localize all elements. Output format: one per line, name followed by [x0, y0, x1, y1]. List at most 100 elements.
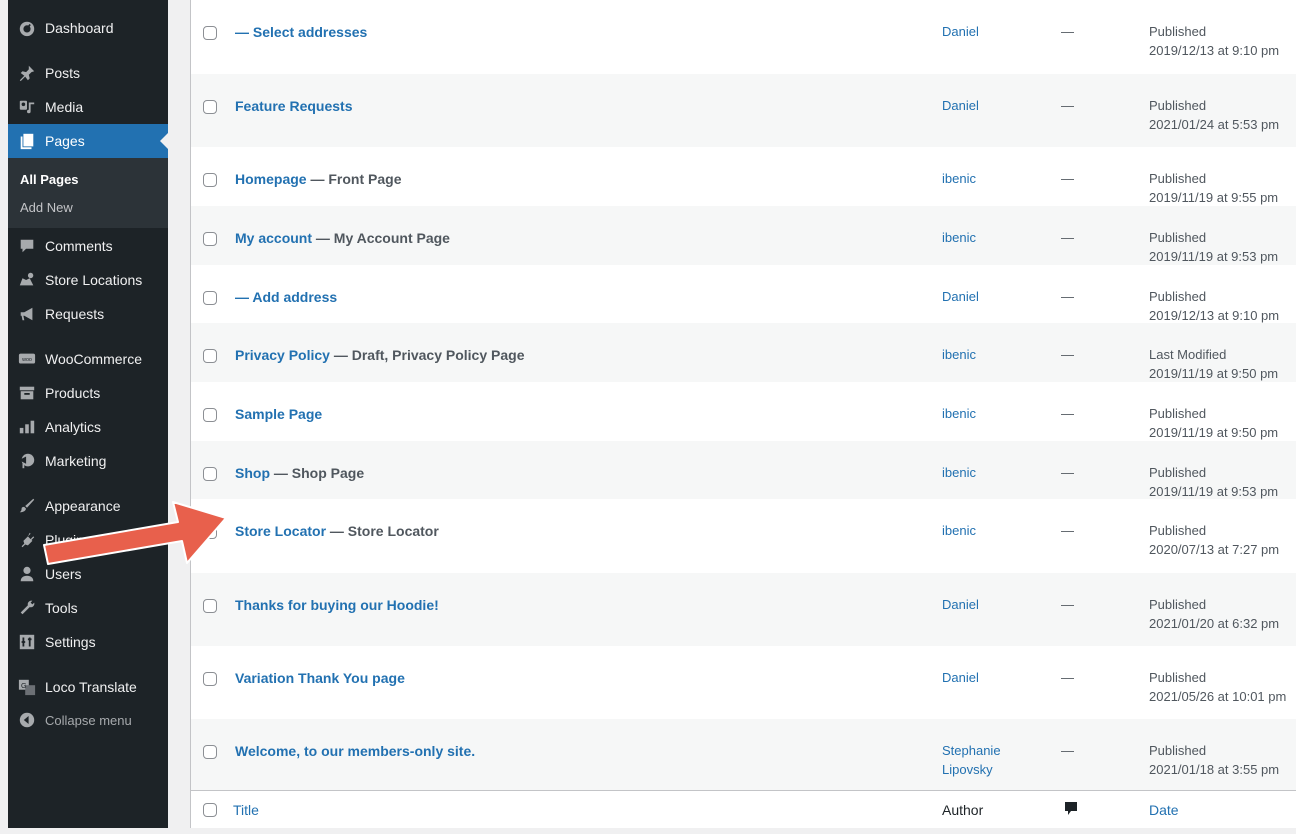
table-row: Sample Page ibenic — Published 2019/11/19 at…	[191, 382, 1296, 441]
page-title-link[interactable]: Thanks for buying our Hoodie!	[235, 597, 439, 613]
user-icon	[17, 564, 37, 584]
menu-label: Marketing	[45, 453, 107, 469]
publish-status: Last Modified	[1149, 347, 1227, 362]
author-link[interactable]: ibenic	[942, 169, 976, 188]
comment-icon	[17, 236, 37, 256]
comment-count: —	[1061, 523, 1074, 538]
post-state: — Front Page	[306, 171, 402, 187]
menu-label: Requests	[45, 306, 105, 322]
comment-column-icon	[1064, 801, 1078, 820]
author-link[interactable]: ibenic	[942, 345, 976, 364]
collapse-menu-button[interactable]: Collapse menu	[8, 703, 168, 737]
author-link[interactable]: ibenic	[942, 404, 976, 423]
row-checkbox[interactable]	[203, 173, 217, 187]
column-title-sort[interactable]: Title	[233, 802, 259, 818]
menu-analytics[interactable]: Analytics	[8, 410, 168, 444]
table-row: Welcome, to our members-only site. Stepha…	[191, 719, 1296, 790]
marketing-icon	[17, 451, 37, 471]
menu-requests[interactable]: Requests	[8, 297, 168, 331]
menu-settings[interactable]: Settings	[8, 625, 168, 659]
menu-store-locations[interactable]: Store Locations	[8, 263, 168, 297]
menu-plugins[interactable]: Plugins	[8, 523, 168, 557]
publish-date: 2019/11/19 at 9:50 pm	[1149, 366, 1279, 381]
row-checkbox[interactable]	[203, 26, 217, 40]
page-title-link[interactable]: — Select addresses	[235, 24, 367, 40]
submenu-add-new[interactable]: Add New	[20, 200, 73, 215]
page-title-link[interactable]: Homepage	[235, 171, 307, 187]
author-link[interactable]: Stephanie Lipovsky	[942, 741, 1022, 779]
row-checkbox[interactable]	[203, 599, 217, 613]
page-title-link[interactable]: Shop	[235, 465, 270, 481]
row-checkbox[interactable]	[203, 467, 217, 481]
menu-label: Loco Translate	[45, 679, 137, 695]
menu-posts[interactable]: Posts	[8, 56, 168, 90]
menu-label: Plugins	[45, 532, 91, 548]
publish-status: Published	[1149, 406, 1207, 421]
menu-comments[interactable]: Comments	[8, 229, 168, 263]
select-all-checkbox[interactable]	[203, 803, 217, 817]
author-link[interactable]: Daniel	[942, 96, 979, 115]
row-checkbox[interactable]	[203, 291, 217, 305]
row-checkbox[interactable]	[203, 672, 217, 686]
pages-icon	[17, 131, 37, 151]
menu-products[interactable]: Products	[8, 376, 168, 410]
menu-pages[interactable]: Pages	[8, 124, 168, 158]
archive-icon	[17, 383, 37, 403]
menu-label: Analytics	[45, 419, 102, 435]
menu-appearance[interactable]: Appearance	[8, 489, 168, 523]
author-link[interactable]: Daniel	[942, 287, 979, 306]
page-title-cell: Shop — Shop Page	[235, 463, 364, 483]
date-cell: Published 2019/12/13 at 9:10 pm	[1149, 287, 1294, 325]
menu-users[interactable]: Users	[8, 557, 168, 591]
publish-status: Published	[1149, 24, 1207, 39]
page-title-link[interactable]: Welcome, to our members-only site.	[235, 743, 475, 759]
page-title-link[interactable]: Sample Page	[235, 406, 322, 422]
menu-dashboard[interactable]: Dashboard	[8, 11, 168, 45]
comment-count: —	[1061, 24, 1074, 39]
pin-icon	[17, 63, 37, 83]
page-title-link[interactable]: My account	[235, 230, 312, 246]
row-checkbox[interactable]	[203, 525, 217, 539]
author-link[interactable]: Daniel	[942, 668, 979, 687]
row-checkbox[interactable]	[203, 349, 217, 363]
media-icon	[17, 97, 37, 117]
menu-woocommerce[interactable]: woo WooCommerce	[8, 342, 168, 376]
row-checkbox[interactable]	[203, 745, 217, 759]
page-title-link[interactable]: — Add address	[235, 289, 337, 305]
publish-date: 2019/11/19 at 9:53 pm	[1149, 249, 1279, 264]
menu-media[interactable]: Media	[8, 90, 168, 124]
menu-loco-translate[interactable]: G Loco Translate	[8, 670, 168, 704]
comment-count: —	[1061, 347, 1074, 362]
page-title-cell: Thanks for buying our Hoodie!	[235, 595, 439, 615]
page-title-cell: Privacy Policy — Draft, Privacy Policy P…	[235, 345, 524, 365]
dashboard-icon	[17, 18, 37, 38]
row-checkbox[interactable]	[203, 232, 217, 246]
table-row: Feature Requests Daniel — Published 2021/01/…	[191, 74, 1296, 147]
submenu-all-pages[interactable]: All Pages	[20, 172, 79, 187]
author-link[interactable]: ibenic	[942, 228, 976, 247]
date-cell: Published 2021/01/24 at 5:53 pm	[1149, 96, 1294, 134]
publish-date: 2019/11/19 at 9:50 pm	[1149, 425, 1279, 440]
comment-count: —	[1061, 171, 1074, 186]
column-date-sort[interactable]: Date	[1149, 802, 1179, 818]
page-title-link[interactable]: Variation Thank You page	[235, 670, 405, 686]
page-title-link[interactable]: Privacy Policy	[235, 347, 330, 363]
page-title-link[interactable]: Store Locator	[235, 523, 326, 539]
menu-label: Dashboard	[45, 20, 114, 36]
menu-marketing[interactable]: Marketing	[8, 444, 168, 478]
author-link[interactable]: Daniel	[942, 595, 979, 614]
page-title-link[interactable]: Feature Requests	[235, 98, 352, 114]
row-checkbox[interactable]	[203, 408, 217, 422]
author-link[interactable]: Daniel	[942, 22, 979, 41]
publish-status: Published	[1149, 743, 1207, 758]
menu-label: Posts	[45, 65, 81, 81]
date-cell: Published 2020/07/13 at 7:27 pm	[1149, 521, 1294, 559]
comment-count: —	[1061, 230, 1074, 245]
wp-admin-frame: Dashboard Posts Media Pages All Pages Ad…	[8, 0, 1296, 828]
author-link[interactable]: ibenic	[942, 521, 976, 540]
menu-tools[interactable]: Tools	[8, 591, 168, 625]
plugin-icon	[17, 530, 37, 550]
author-link[interactable]: ibenic	[942, 463, 976, 482]
row-checkbox[interactable]	[203, 100, 217, 114]
table-row: Store Locator — Store Locator ibenic — Publ…	[191, 499, 1296, 573]
